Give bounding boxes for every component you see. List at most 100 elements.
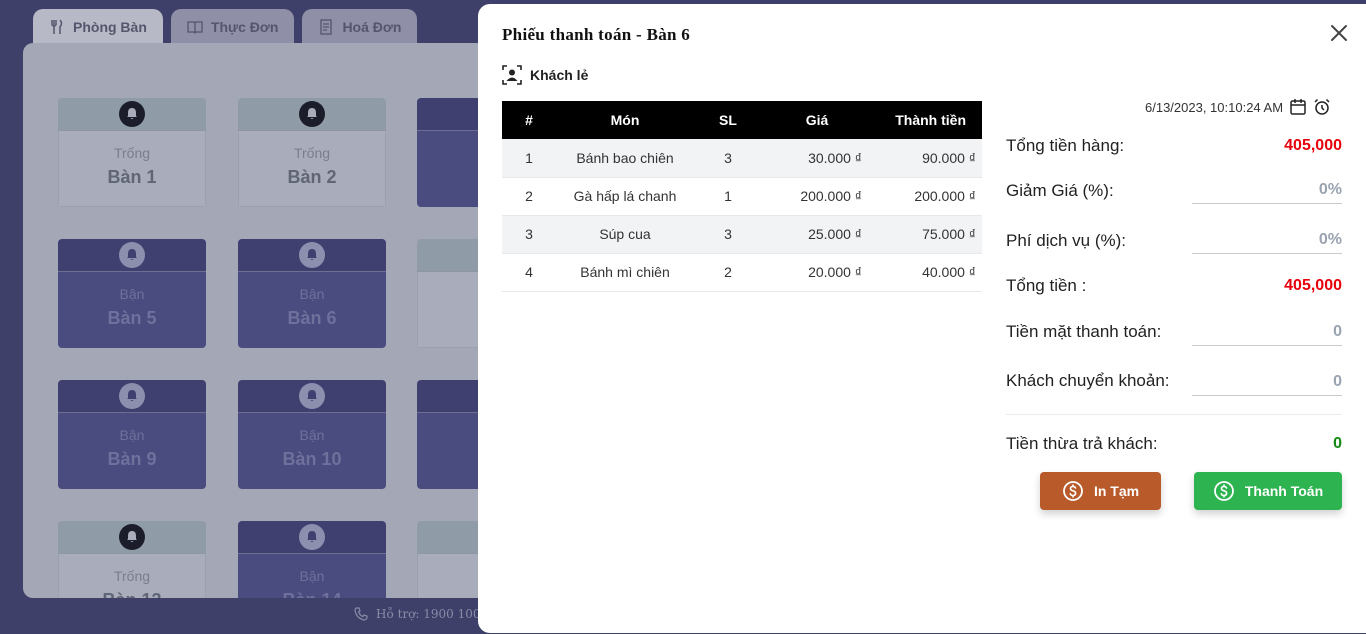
row-item: Bánh mì chiên	[580, 264, 670, 280]
table-card[interactable]: Bận Bàn 9	[58, 380, 206, 489]
table-name: Bàn 14	[282, 590, 341, 598]
table-status: Bận	[299, 286, 325, 302]
row-qty: 1	[724, 188, 732, 204]
bell-icon	[299, 383, 325, 409]
payment-modal: Phiếu thanh toán - Bàn 6 Khách lẻ # Món …	[478, 4, 1366, 633]
tab-menu[interactable]: Thực Đơn	[170, 9, 295, 44]
transfer-label: Khách chuyển khoản:	[1006, 371, 1170, 390]
total-row: Tổng tiền : 405,000	[1006, 274, 1342, 298]
table-status: Bận	[119, 427, 145, 443]
subtotal-value: 405,000	[1284, 137, 1342, 154]
modal-title: Phiếu thanh toán - Bàn 6	[502, 25, 691, 44]
row-total: 75.000 ₫	[922, 226, 976, 242]
cash-label: Tiền mặt thanh toán:	[1006, 322, 1162, 341]
subtotal-label: Tổng tiền hàng:	[1006, 136, 1125, 155]
main-tabs: Phòng Bàn Thực Đơn Hoá Đơn	[33, 9, 418, 44]
row-total: 200.000 ₫	[914, 188, 976, 204]
col-price: Giá	[805, 112, 829, 128]
table-header-row: # Món SL Giá Thành tiền	[502, 101, 982, 139]
dollar-circle-icon	[1063, 481, 1083, 501]
pay-button[interactable]: Thanh Toán	[1194, 472, 1342, 510]
receipt-icon	[320, 18, 333, 35]
table-name: Bàn 5	[107, 308, 157, 328]
table-row: 2 Gà hấp lá chanh 1 200.000 ₫ 200.000 ₫	[502, 177, 982, 215]
alarm-clock-icon[interactable]	[1313, 98, 1331, 116]
calendar-icon[interactable]	[1289, 98, 1307, 116]
col-index: #	[525, 112, 533, 128]
pay-label: Thanh Toán	[1244, 483, 1324, 499]
row-total: 90.000 ₫	[922, 149, 976, 166]
table-name: Bàn 2	[287, 167, 337, 187]
row-qty: 2	[724, 264, 732, 280]
bell-icon	[119, 242, 145, 268]
table-status: Trống	[293, 145, 331, 161]
cash-input[interactable]	[1192, 318, 1342, 346]
table-status: Trống	[113, 568, 151, 584]
table-row: 3 Súp cua 3 25.000 ₫ 75.000 ₫	[502, 215, 982, 253]
subtotal-row: Tổng tiền hàng: 405,000	[1006, 134, 1342, 158]
temp-print-label: In Tạm	[1093, 483, 1140, 499]
row-index: 3	[525, 226, 533, 242]
table-card[interactable]: Trống Bàn 1	[58, 98, 206, 207]
row-qty: 3	[724, 226, 732, 242]
summary-divider	[1006, 414, 1342, 415]
utensils-icon	[51, 18, 63, 34]
table-card[interactable]: Bận Bàn 10	[238, 380, 386, 489]
bell-icon	[119, 383, 145, 409]
tab-tables-label: Phòng Bàn	[73, 18, 147, 35]
col-item: Món	[610, 112, 640, 128]
table-name: Bàn 13	[102, 590, 161, 598]
tab-menu-label: Thực Đơn	[210, 18, 279, 35]
close-icon[interactable]	[1328, 22, 1350, 44]
customer-info[interactable]: Khách lẻ	[502, 65, 588, 85]
total-label: Tổng tiền :	[1006, 276, 1087, 295]
dollar-circle-icon	[1213, 481, 1234, 501]
row-price: 200.000 ₫	[800, 188, 862, 204]
table-row: 4 Bánh mì chiên 2 20.000 ₫ 40.000 ₫	[502, 253, 982, 291]
tab-invoices-label: Hoá Đơn	[342, 18, 402, 35]
row-qty: 3	[724, 149, 732, 166]
table-status: Bận	[299, 427, 325, 443]
table-name: Bàn 6	[287, 308, 337, 328]
bell-icon	[299, 524, 325, 550]
col-total: Thành tiền	[895, 112, 966, 128]
customer-name: Khách lẻ	[530, 67, 589, 83]
row-total: 40.000 ₫	[922, 264, 976, 280]
table-card[interactable]: Trống Bàn 13	[58, 521, 206, 598]
row-item: Súp cua	[599, 226, 651, 242]
transfer-input[interactable]	[1192, 368, 1342, 396]
user-icon	[502, 65, 522, 85]
table-status: Bận	[119, 286, 145, 302]
row-price: 30.000 ₫	[808, 149, 862, 166]
service-fee-input[interactable]	[1192, 226, 1342, 254]
bell-icon	[119, 101, 145, 127]
table-row: 1 Bánh bao chiên 3 30.000 ₫ 90.000 ₫	[502, 139, 982, 177]
total-value: 405,000	[1284, 277, 1342, 294]
service-fee-label: Phí dịch vụ (%):	[1006, 231, 1126, 250]
temp-print-button[interactable]: In Tạm	[1040, 472, 1161, 510]
tab-tables[interactable]: Phòng Bàn	[33, 9, 163, 44]
col-qty: SL	[719, 112, 737, 128]
row-index: 1	[525, 149, 533, 166]
bell-icon	[299, 101, 325, 127]
table-name: Bàn 9	[107, 449, 157, 469]
table-card[interactable]: Trống Bàn 2	[238, 98, 386, 207]
book-icon	[187, 20, 203, 34]
change-label: Tiền thừa trả khách:	[1006, 434, 1158, 453]
phone-icon	[354, 607, 368, 621]
row-index: 2	[525, 188, 533, 204]
discount-input[interactable]	[1192, 176, 1342, 204]
table-card[interactable]: Bận Bàn 14	[238, 521, 386, 598]
change-row: Tiền thừa trả khách: 0	[1006, 432, 1342, 456]
change-value: 0	[1333, 435, 1342, 452]
table-card[interactable]: Bận Bàn 6	[238, 239, 386, 348]
row-price: 20.000 ₫	[808, 264, 862, 280]
tab-invoices[interactable]: Hoá Đơn	[302, 9, 418, 44]
support-info: Hỗ trợ: 1900 1009	[354, 607, 488, 621]
order-table: # Món SL Giá Thành tiền 1 Bánh bao chiên…	[502, 101, 982, 292]
datetime-text: 6/13/2023, 10:10:24 AM	[1145, 99, 1284, 115]
table-name: Bàn 1	[107, 167, 157, 187]
discount-label: Giảm Giá (%):	[1006, 181, 1114, 200]
table-card[interactable]: Bận Bàn 5	[58, 239, 206, 348]
table-status: Bận	[299, 568, 325, 584]
